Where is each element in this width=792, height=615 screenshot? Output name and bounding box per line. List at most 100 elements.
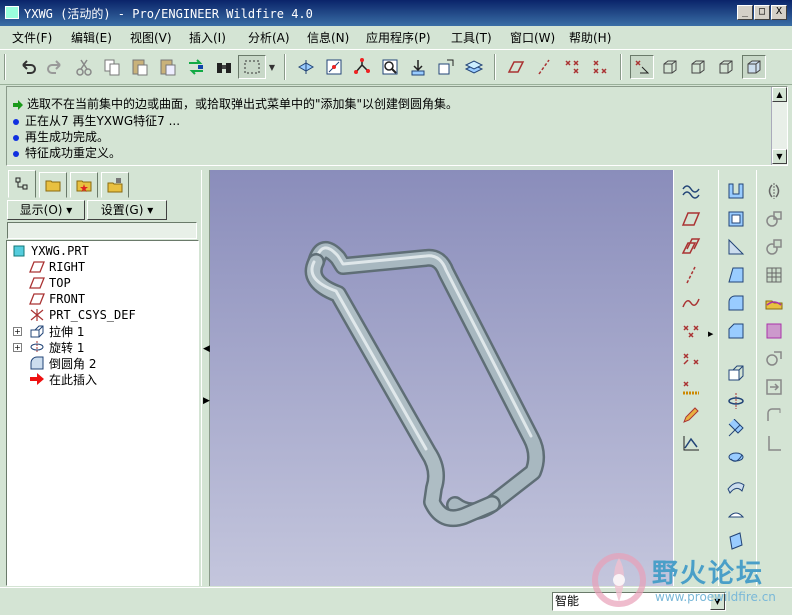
shell-tool-button[interactable] bbox=[723, 206, 749, 232]
menu-edit[interactable]: 编辑(E) bbox=[71, 29, 112, 46]
tab-favorites[interactable] bbox=[70, 172, 98, 198]
tab-folder-browser[interactable] bbox=[39, 172, 67, 198]
menu-file[interactable]: 文件(F) bbox=[12, 29, 52, 46]
chamfer-button[interactable] bbox=[723, 318, 749, 344]
graph-icon bbox=[683, 436, 699, 451]
trim-button[interactable] bbox=[761, 234, 787, 260]
maximize-button[interactable]: □ bbox=[754, 5, 770, 20]
settings-dropdown-button[interactable]: 设置(G) ▾ bbox=[87, 200, 167, 220]
datum-planes-tool-button[interactable] bbox=[678, 234, 704, 260]
menu-view[interactable]: 视图(V) bbox=[130, 29, 172, 46]
intersect-button[interactable] bbox=[761, 346, 787, 372]
cut-button[interactable] bbox=[72, 55, 96, 79]
tree-item-right[interactable]: RIGHT bbox=[29, 259, 85, 275]
sweep-button[interactable] bbox=[723, 416, 749, 442]
datum-point-tool-button[interactable] bbox=[678, 318, 704, 344]
selection-dropdown[interactable]: ▼ bbox=[266, 55, 278, 79]
spin-center-toggle[interactable] bbox=[630, 55, 654, 79]
pattern-button[interactable] bbox=[761, 262, 787, 288]
minimize-button[interactable]: _ bbox=[737, 5, 753, 20]
zoom-out-button[interactable] bbox=[406, 55, 430, 79]
show-dropdown-button[interactable]: 显示(O) ▾ bbox=[7, 200, 85, 220]
variable-section-button[interactable] bbox=[723, 528, 749, 554]
graphics-viewport[interactable] bbox=[210, 170, 673, 586]
expand-right-icon[interactable]: ▶ bbox=[203, 396, 210, 406]
thicken-button[interactable] bbox=[761, 318, 787, 344]
tree-item-front[interactable]: FRONT bbox=[29, 291, 85, 307]
tree-item-part[interactable]: YXWG.PRT bbox=[11, 243, 89, 259]
round-button[interactable] bbox=[723, 290, 749, 316]
tab-connections[interactable] bbox=[101, 172, 129, 198]
analysis-tool-button[interactable] bbox=[678, 374, 704, 400]
sketch-curve-button[interactable] bbox=[678, 178, 704, 204]
graph-tool-button[interactable] bbox=[678, 430, 704, 456]
wrap-button[interactable] bbox=[761, 402, 787, 428]
refit-button[interactable] bbox=[434, 55, 458, 79]
shell-button[interactable] bbox=[723, 178, 749, 204]
tree-item-extrude[interactable]: 拉伸 1 bbox=[29, 323, 84, 339]
offset-button[interactable] bbox=[761, 290, 787, 316]
spin-center-button[interactable] bbox=[322, 55, 346, 79]
tree-item-round[interactable]: 倒圆角 2 bbox=[29, 355, 96, 371]
selection-box-button[interactable] bbox=[238, 55, 266, 79]
copy-button[interactable] bbox=[100, 55, 124, 79]
revolve-button[interactable] bbox=[723, 388, 749, 414]
menu-info[interactable]: 信息(N) bbox=[307, 29, 349, 46]
zoom-in-button[interactable] bbox=[378, 55, 402, 79]
blend-button[interactable] bbox=[723, 444, 749, 470]
model-3d-view[interactable] bbox=[210, 170, 673, 586]
menu-applications[interactable]: 应用程序(P) bbox=[366, 29, 431, 46]
panel-splitter[interactable]: ◀ ▶ bbox=[201, 170, 210, 586]
csys-tool-button[interactable] bbox=[678, 346, 704, 372]
mirror-button[interactable] bbox=[761, 178, 787, 204]
tree-item-insert-here[interactable]: 在此插入 bbox=[29, 371, 97, 387]
flyout-arrow-icon[interactable]: ▶ bbox=[708, 330, 713, 338]
expand-toggle[interactable]: + bbox=[13, 327, 22, 336]
menu-insert[interactable]: 插入(I) bbox=[189, 29, 226, 46]
project-button[interactable] bbox=[761, 374, 787, 400]
rib-button[interactable] bbox=[723, 234, 749, 260]
datum-curve-tool-button[interactable] bbox=[678, 290, 704, 316]
hidden-line-button[interactable] bbox=[686, 55, 710, 79]
shading-button[interactable] bbox=[742, 55, 766, 79]
tab-model-tree[interactable] bbox=[8, 170, 36, 198]
no-hidden-button[interactable] bbox=[714, 55, 738, 79]
close-button[interactable]: X bbox=[771, 5, 787, 20]
paste-button[interactable] bbox=[128, 55, 152, 79]
draft-button[interactable] bbox=[723, 262, 749, 288]
datum-planes-toggle[interactable] bbox=[504, 55, 528, 79]
sketch-tool-button[interactable] bbox=[678, 402, 704, 428]
orient-mode-button[interactable] bbox=[350, 55, 374, 79]
collapse-left-icon[interactable]: ◀ bbox=[203, 344, 210, 354]
csys-toggle[interactable] bbox=[588, 55, 612, 79]
datum-axes-toggle[interactable] bbox=[532, 55, 556, 79]
menu-window[interactable]: 窗口(W) bbox=[510, 29, 555, 46]
message-scrollbar[interactable]: ▲ ▼ bbox=[771, 87, 787, 165]
regenerate-button[interactable] bbox=[184, 55, 208, 79]
menu-help[interactable]: 帮助(H) bbox=[569, 29, 611, 46]
datum-plane-tool-button[interactable] bbox=[678, 206, 704, 232]
surface-patch-button[interactable] bbox=[723, 500, 749, 526]
menu-analysis[interactable]: 分析(A) bbox=[248, 29, 290, 46]
datum-axis-tool-button[interactable] bbox=[678, 262, 704, 288]
tree-item-csys[interactable]: PRT_CSYS_DEF bbox=[29, 307, 136, 323]
tree-item-revolve[interactable]: 旋转 1 bbox=[29, 339, 84, 355]
scroll-down-button[interactable]: ▼ bbox=[772, 149, 787, 164]
scroll-up-button[interactable]: ▲ bbox=[772, 87, 787, 102]
solidify-button[interactable] bbox=[761, 430, 787, 456]
redo-button[interactable] bbox=[43, 55, 67, 79]
repaint-button[interactable] bbox=[294, 55, 318, 79]
extrude-button[interactable] bbox=[723, 360, 749, 386]
boundary-blend-button[interactable] bbox=[723, 472, 749, 498]
menu-tools[interactable]: 工具(T) bbox=[451, 29, 492, 46]
wireframe-button[interactable] bbox=[658, 55, 682, 79]
tree-filter-input[interactable] bbox=[7, 222, 197, 239]
layers-button[interactable] bbox=[462, 55, 486, 79]
merge-button[interactable] bbox=[761, 206, 787, 232]
find-button[interactable] bbox=[212, 55, 236, 79]
paste-special-button[interactable] bbox=[156, 55, 180, 79]
expand-toggle[interactable]: + bbox=[13, 343, 22, 352]
undo-button[interactable] bbox=[16, 55, 40, 79]
tree-item-top[interactable]: TOP bbox=[29, 275, 71, 291]
datum-points-toggle[interactable] bbox=[560, 55, 584, 79]
